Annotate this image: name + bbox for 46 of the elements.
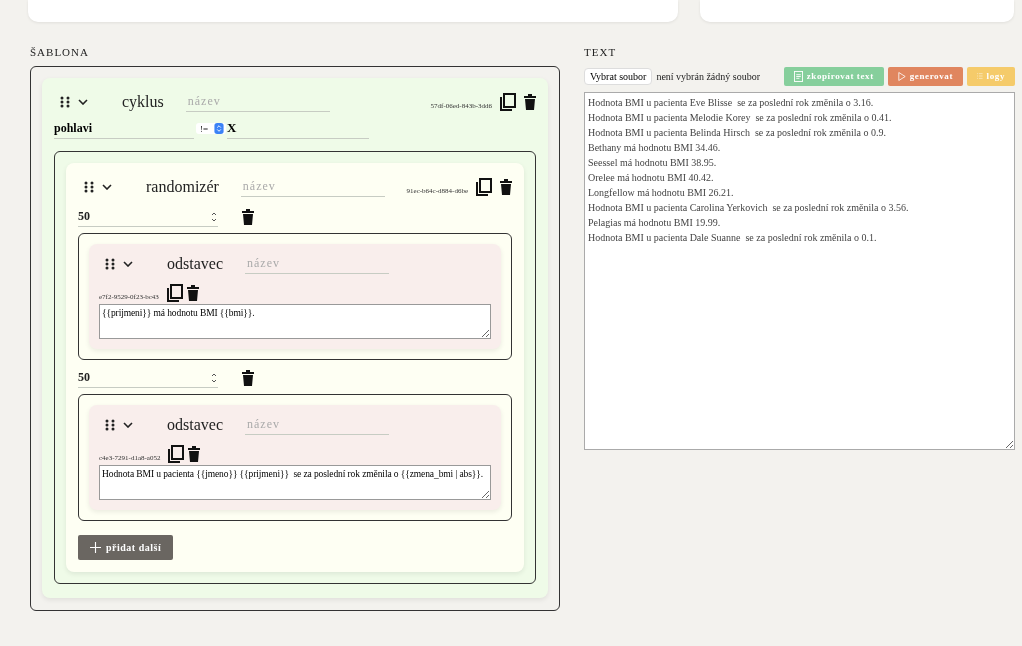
condition-value-input[interactable]: X <box>227 118 370 139</box>
copy-icon[interactable] <box>476 178 492 196</box>
drag-handle-icon[interactable] <box>60 96 70 108</box>
block-type-label: odstavec <box>167 416 223 434</box>
operator-select[interactable]: != <box>196 123 227 134</box>
plus-icon <box>90 542 101 553</box>
block-type-label: odstavec <box>167 255 223 273</box>
play-icon <box>897 70 906 82</box>
chevron-down-icon[interactable] <box>78 99 88 105</box>
copy-icon[interactable] <box>168 445 185 463</box>
chevron-down-icon[interactable] <box>123 261 133 267</box>
trash-icon[interactable] <box>500 179 512 195</box>
weight-field[interactable]: 50 <box>78 368 218 388</box>
trash-icon[interactable] <box>242 370 254 386</box>
name-field[interactable]: název <box>240 177 385 197</box>
select-arrows-icon <box>214 123 225 134</box>
trash-icon[interactable] <box>242 209 254 225</box>
output-text-area[interactable]: Hodnota BMI u pacienta Eve Blisse se za poslední rok změnila o 3.16. Hodnota BMI u pacienta Melodie Korey se za poslední rok změnila o 0.41. Hodnota BMI u pacienta Belinda Hirsch se za poslední rok změnila o 0.9. Bethany má hodnotu BMI 34.46. Seessel má hodnotu BMI 38.95. Orelee má hodnotu BMI 40.42. Longfellow má hodnotu BMI 26.21. Hodnota BMI u pacienta Carolina Yerkovich se za poslední rok změnila o 3.56. Pelagias má hodnotu BMI 19.99. Hodnota BMI u pacienta Dale Suanne se za poslední rok změnila o 0.1. <box>584 92 1015 450</box>
drag-handle-icon[interactable] <box>105 419 115 431</box>
copy-icon[interactable] <box>166 284 183 302</box>
name-field[interactable]: název <box>245 415 389 435</box>
condition-field-input[interactable]: pohlavi <box>54 118 194 139</box>
chevron-down-icon[interactable] <box>123 422 133 428</box>
name-field[interactable]: název <box>185 92 330 112</box>
section-heading: ŠABLONA <box>30 46 90 60</box>
stepper-icon[interactable] <box>210 210 218 223</box>
add-button[interactable]: přidat další <box>78 535 174 560</box>
trash-icon[interactable] <box>524 94 536 110</box>
trash-icon[interactable] <box>188 446 201 462</box>
block-type-label: randomizér <box>146 178 219 196</box>
trash-icon[interactable] <box>186 285 199 301</box>
stepper-icon[interactable] <box>210 371 218 384</box>
chevron-down-icon[interactable] <box>102 184 112 190</box>
section-heading: TEXT <box>584 46 618 60</box>
list-icon <box>977 71 983 81</box>
block-type-label: cyklus <box>122 93 164 111</box>
paragraph-text-area[interactable]: Hodnota BMI u pacienta {{jmeno}} {{prijmeni}} se za poslední rok změnila o {{zmena_bmi | abs}}. <box>99 465 491 500</box>
document-icon <box>793 70 803 82</box>
drag-handle-icon[interactable] <box>105 258 115 270</box>
copy-icon[interactable] <box>500 93 516 111</box>
choose-file-button[interactable]: Vybrat soubor <box>584 67 653 85</box>
file-status: není vybrán žádný soubor <box>656 70 760 82</box>
name-field[interactable]: název <box>245 254 389 274</box>
weight-field[interactable]: 50 <box>78 207 218 227</box>
drag-handle-icon[interactable] <box>84 181 94 193</box>
paragraph-text-area[interactable]: {{prijmeni}} má hodnotu BMI {{bmi}}. <box>99 304 491 339</box>
